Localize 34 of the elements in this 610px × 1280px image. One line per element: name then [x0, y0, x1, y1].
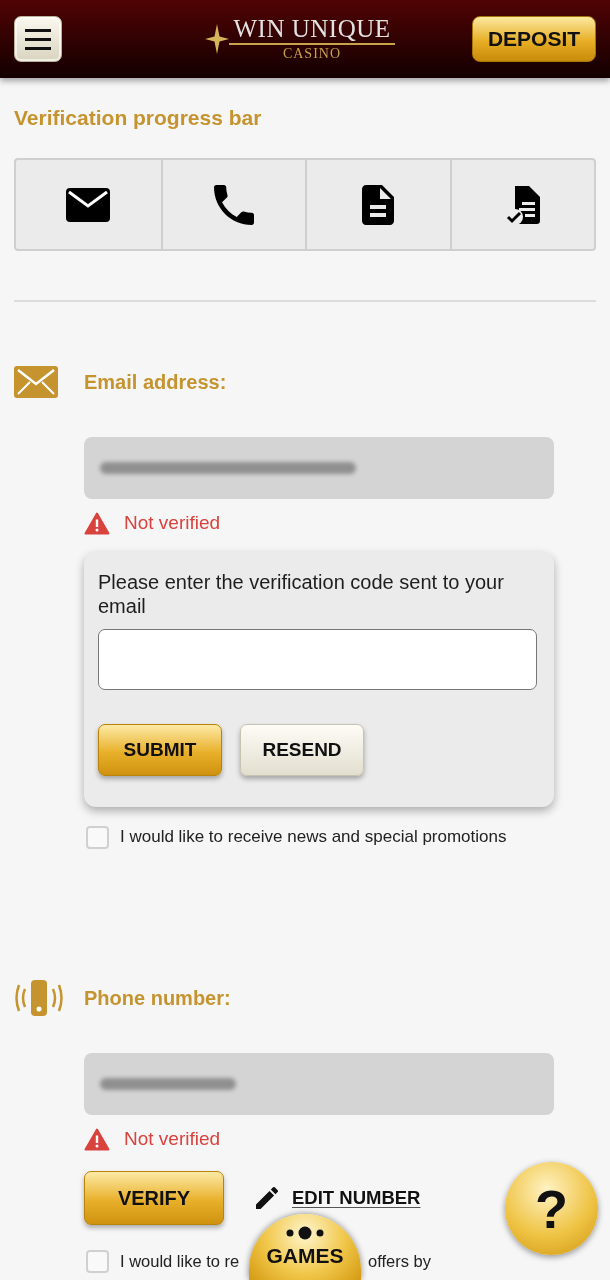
- status-text: Not verified: [124, 1128, 221, 1150]
- status-text: Not verified: [124, 512, 221, 534]
- edit-link[interactable]: EDIT NUMBER: [292, 1187, 421, 1209]
- action-button[interactable]: RESEND: [240, 724, 364, 776]
- phone-icon: [213, 184, 254, 225]
- vibrating-phone-icon: [14, 979, 64, 1017]
- checkbox-label: I would like to re: [120, 1251, 241, 1271]
- action-button[interactable]: VERIFY: [84, 1171, 224, 1225]
- envelope-icon: [65, 186, 112, 223]
- logo-title: WIN UNIQUE: [229, 16, 395, 45]
- warning-icon: [84, 1127, 110, 1151]
- help-button[interactable]: ?: [505, 1162, 598, 1255]
- deposit-button[interactable]: DEPOSIT: [472, 16, 596, 62]
- games-button[interactable]: GAMES: [249, 1214, 361, 1280]
- logo-subtitle: CASINO: [282, 45, 342, 62]
- checkbox-label: I would like to receive news and special promotions: [120, 827, 507, 847]
- action-button[interactable]: SUBMIT: [98, 724, 222, 776]
- envelope-icon: [14, 366, 58, 398]
- code-prompt: Please enter the verification code sent to your email: [98, 570, 505, 618]
- document-icon: [362, 184, 395, 225]
- dots-icon: [285, 1226, 325, 1240]
- menu-button[interactable]: [14, 16, 62, 62]
- checkbox[interactable]: [86, 1249, 109, 1273]
- page-heading: Verification progress bar: [14, 105, 263, 131]
- warning-icon: [84, 511, 110, 535]
- menu-icon: [25, 28, 51, 50]
- section-label: Email address:: [84, 370, 227, 394]
- checkbox[interactable]: [86, 825, 109, 849]
- sparkle-icon: [205, 24, 230, 54]
- pencil-icon: [256, 1187, 278, 1209]
- checkbox-label: offers by: [368, 1251, 431, 1271]
- document-check-icon: [504, 184, 541, 225]
- section-label: Phone number:: [84, 986, 231, 1010]
- code-input[interactable]: [98, 629, 537, 690]
